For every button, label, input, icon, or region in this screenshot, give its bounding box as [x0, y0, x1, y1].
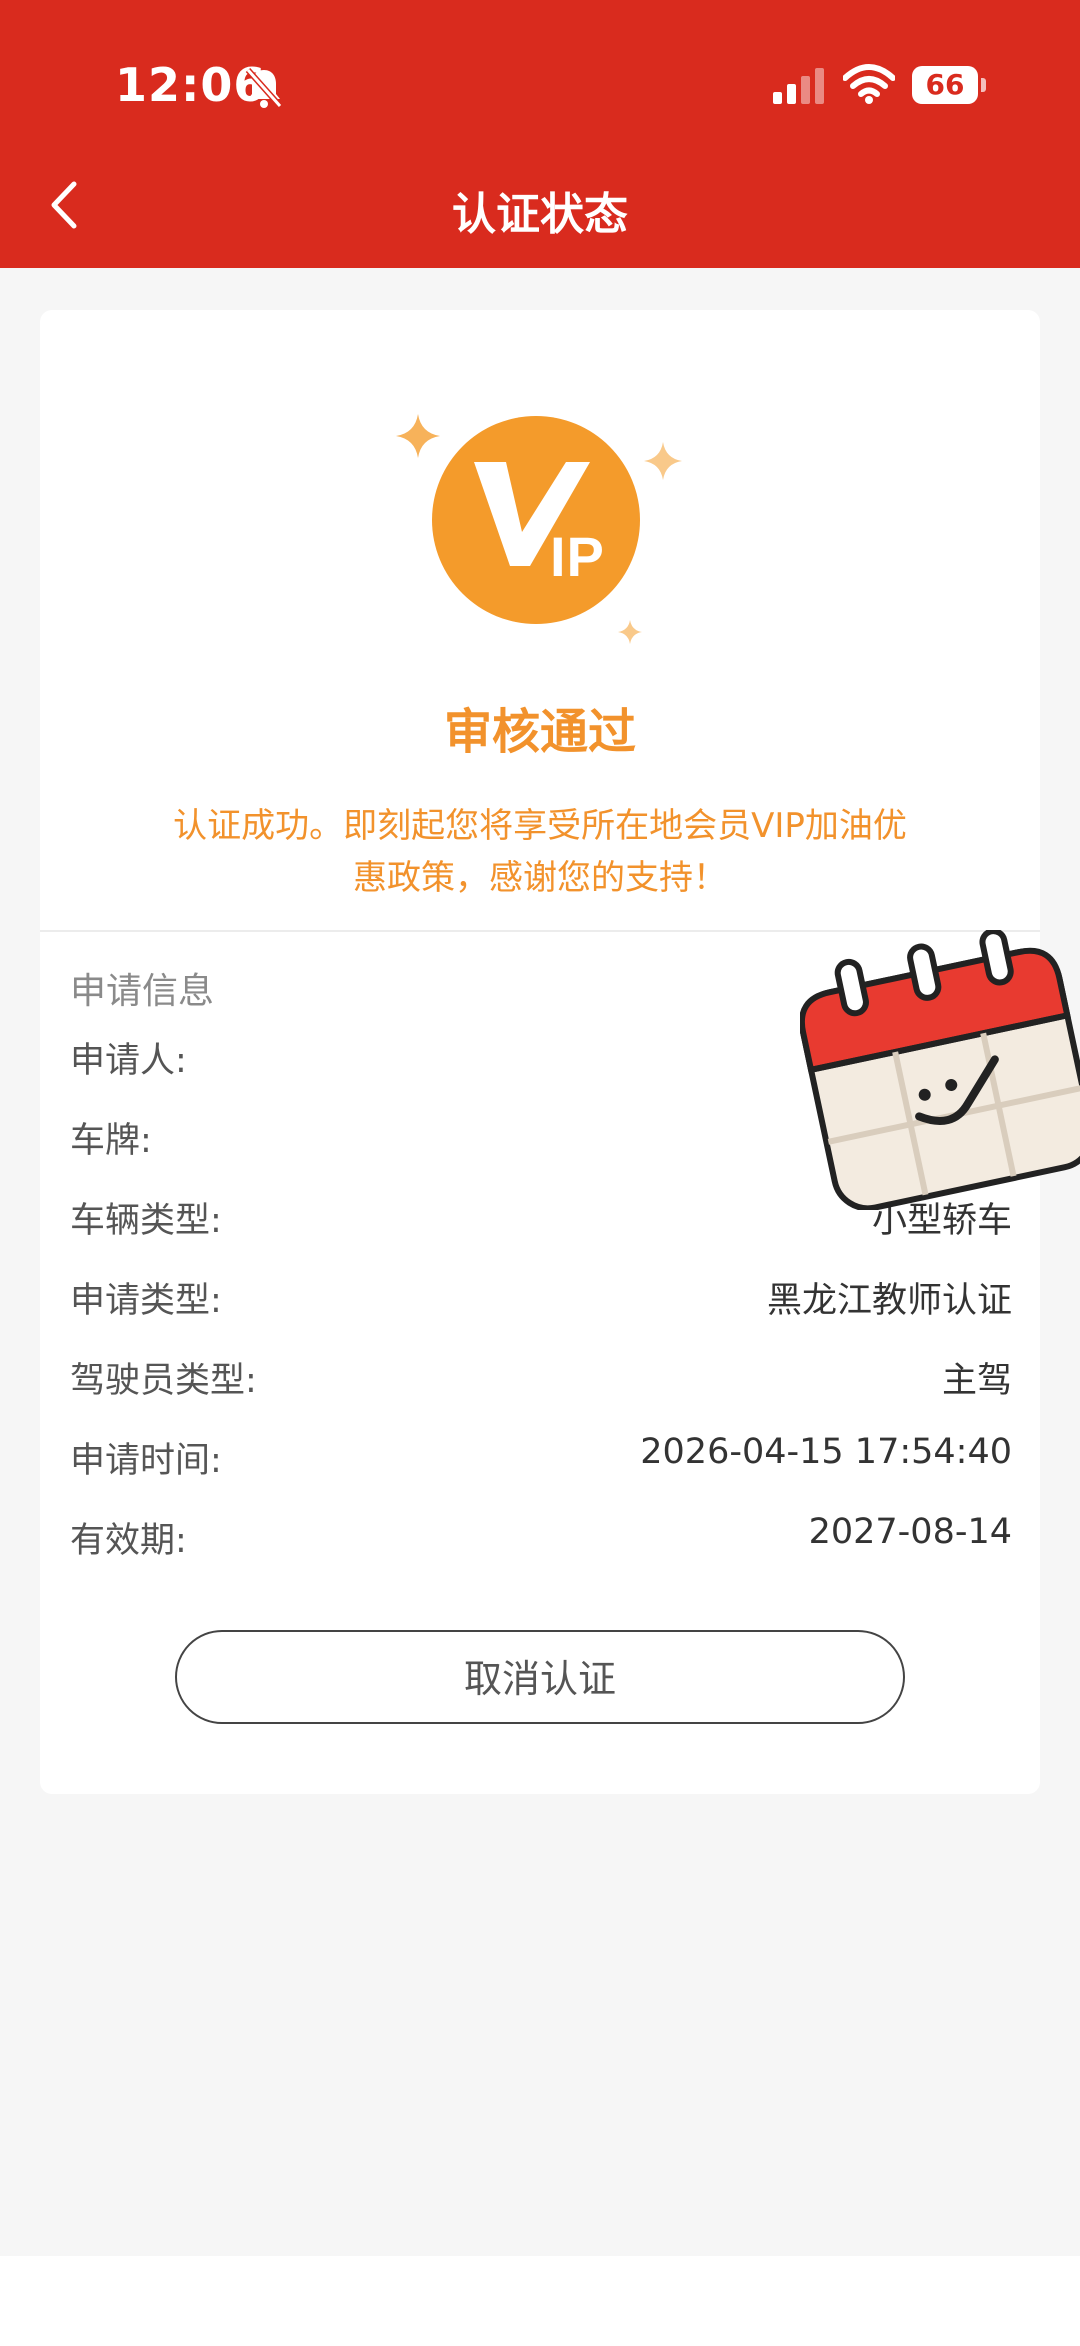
- row-label-applicant: 申请人:: [70, 1041, 187, 1081]
- row-value-driver-type: 主驾: [941, 1361, 1012, 1401]
- app-header: 12:06 66 认证状态: [0, 0, 1080, 268]
- row-label-application-time: 申请时间:: [70, 1441, 222, 1481]
- calendar-sticker-icon: [800, 930, 1080, 1210]
- result-title: 审核通过: [443, 704, 636, 760]
- section-title: 申请信息: [70, 971, 215, 1012]
- row-label-vehicle-type: 车辆类型:: [70, 1201, 222, 1241]
- bottom-bar: [0, 2256, 1080, 2346]
- row-label-plate: 车牌:: [70, 1121, 152, 1161]
- vip-letters: IP: [550, 525, 605, 588]
- row-label-validity: 有效期:: [70, 1521, 187, 1561]
- row-value-application-time: 2026-04-15 17:54:40: [640, 1432, 1012, 1472]
- sparkle-icon: [644, 442, 682, 480]
- sparkle-icon: [618, 620, 642, 644]
- bell-muted-icon: [245, 68, 283, 108]
- row-value-validity: 2027-08-14: [808, 1512, 1012, 1552]
- row-value-application-type: 黑龙江教师认证: [766, 1281, 1012, 1321]
- result-description: 认证成功。即刻起您将享受所在地会员VIP加油优 惠政策，感谢您的支持！: [110, 800, 970, 904]
- sparkle-icon: [396, 414, 440, 458]
- wifi-icon: [843, 64, 895, 104]
- row-label-driver-type: 驾驶员类型:: [70, 1361, 257, 1401]
- battery-tip: [981, 78, 986, 92]
- result-description-line: 认证成功。即刻起您将享受所在地会员VIP加油优: [173, 806, 907, 846]
- battery-indicator: 66: [912, 66, 978, 104]
- page-title: 认证状态: [452, 189, 628, 240]
- row-label-application-type: 申请类型:: [70, 1281, 222, 1321]
- cellular-signal-icon: [773, 68, 824, 104]
- vip-badge-icon: IP: [432, 416, 640, 624]
- cancel-certification-button[interactable]: 取消认证: [175, 1630, 905, 1724]
- result-description-line: 惠政策，感谢您的支持！: [353, 858, 727, 898]
